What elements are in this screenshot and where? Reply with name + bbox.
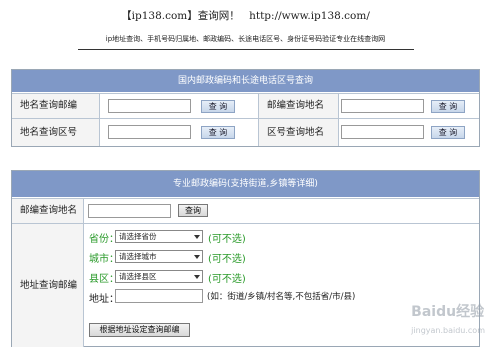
- cell: 查 询: [339, 94, 479, 118]
- cell: 查询: [84, 199, 479, 223]
- panel-heading: 国内邮政编码和长途电话区号查询: [12, 70, 479, 92]
- areacode-to-place-input[interactable]: [341, 125, 424, 139]
- site-header: 【ip138.com】查询网！ http://www.ip138.com/: [0, 8, 491, 23]
- place-to-areacode-input[interactable]: [108, 125, 191, 139]
- place-to-postcode-input[interactable]: [108, 99, 191, 113]
- areacode-to-place-button[interactable]: 查 询: [431, 126, 465, 139]
- county-optional: (可不选): [208, 274, 246, 285]
- site-title: 【ip138.com】查询网！: [121, 10, 240, 22]
- place-to-areacode-button[interactable]: 查 询: [201, 126, 235, 139]
- table-row: 地名查询邮编 查 询 邮编查询地名 查 询: [12, 93, 479, 118]
- areacode-to-place-label: 区号查询地名: [259, 119, 339, 146]
- postcode-to-place-input[interactable]: [341, 99, 424, 113]
- panel-heading: 专业邮政编码(支持街道,乡镇等详细): [12, 171, 479, 197]
- city-select[interactable]: 请选择城市: [115, 250, 203, 263]
- cell: 查 询: [339, 119, 479, 146]
- address-hint: (如：街道/乡镇/村名等,不包括省/市/县): [207, 292, 356, 302]
- watermark: Baidu经验 jingyan.baidu.com: [411, 301, 485, 337]
- postcode-to-place-button[interactable]: 查 询: [431, 100, 465, 113]
- site-url[interactable]: http://www.ip138.com/: [249, 10, 370, 22]
- divider: [78, 49, 414, 50]
- postcode-lookup-input[interactable]: [88, 204, 171, 218]
- watermark-sub: jingyan.baidu.com: [411, 326, 485, 335]
- chevron-down-icon: [194, 275, 200, 279]
- table-row: 地名查询区号 查 询 区号查询地名 查 询: [12, 118, 479, 146]
- set-address-query-button[interactable]: 根据地址设定查询邮编: [89, 323, 190, 337]
- address-input[interactable]: [115, 289, 203, 303]
- postcode-to-place-label: 邮编查询地名: [259, 94, 339, 118]
- address-lookup-label: 地址查询邮编: [12, 224, 84, 347]
- cell: 查 询: [100, 94, 259, 118]
- province-select[interactable]: 请选择省份: [115, 230, 203, 243]
- detailed-postcode-panel: 专业邮政编码(支持街道,乡镇等详细) 邮编查询地名 查询 地址查询邮编 省份： …: [11, 170, 480, 347]
- postcode-lookup-label: 邮编查询地名: [12, 199, 84, 223]
- province-optional: (可不选): [208, 234, 246, 245]
- chevron-down-icon: [194, 255, 200, 259]
- county-select[interactable]: 请选择县区: [115, 270, 203, 283]
- site-subtitle: ip地址查询、手机号码归属地、邮政编码、长途电话区号、身份证号码验证专业在线查询…: [105, 35, 386, 43]
- table-row: 邮编查询地名 查询: [12, 198, 479, 223]
- chevron-down-icon: [194, 235, 200, 239]
- postcode-areacode-panel: 国内邮政编码和长途电话区号查询 地名查询邮编 查 询 邮编查询地名 查 询 地名…: [11, 69, 480, 147]
- cell: 查 询: [100, 119, 259, 146]
- place-to-areacode-label: 地名查询区号: [12, 119, 100, 146]
- place-to-postcode-button[interactable]: 查 询: [201, 100, 235, 113]
- place-to-postcode-label: 地名查询邮编: [12, 94, 100, 118]
- table-row: 地址查询邮编 省份： 请选择省份 (可不选) 城市： 请选择城市 (可不选) 县…: [12, 223, 479, 347]
- watermark-text: Baidu经验: [411, 304, 485, 320]
- postcode-lookup-button[interactable]: 查询: [178, 204, 208, 217]
- city-optional: (可不选): [208, 254, 246, 265]
